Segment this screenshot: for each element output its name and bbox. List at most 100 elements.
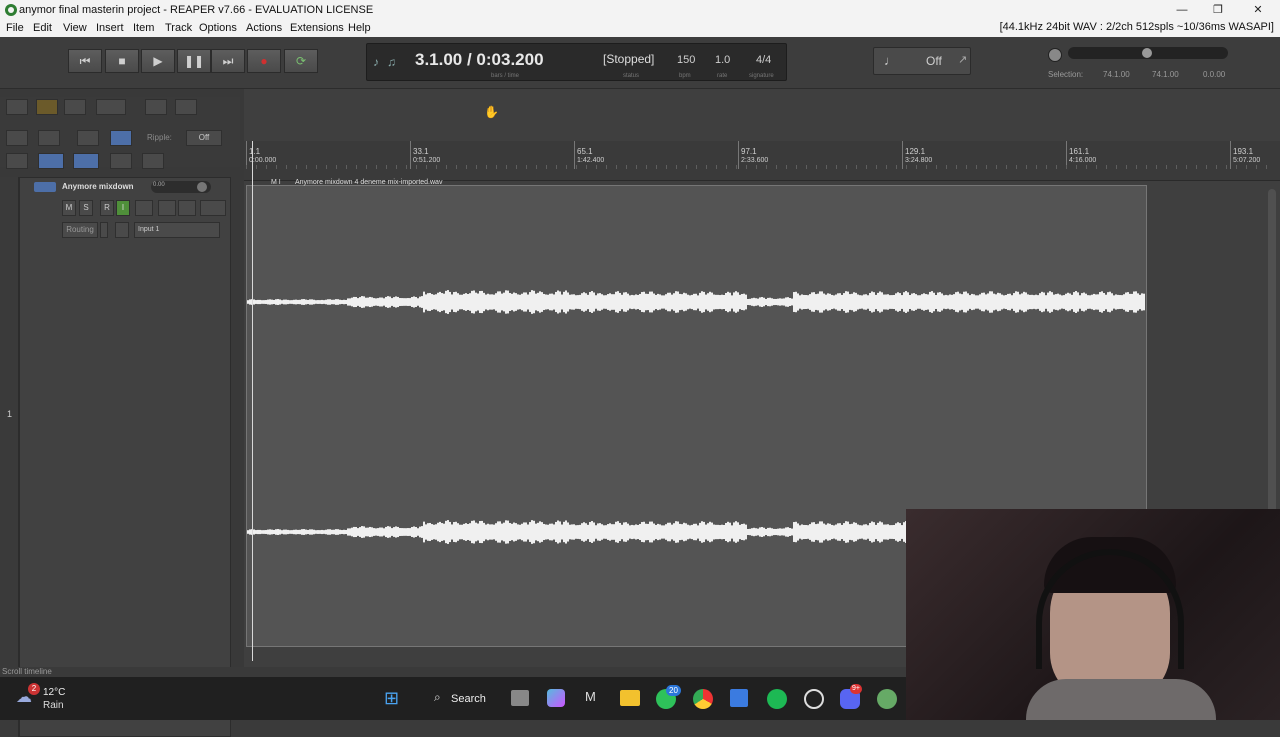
auto-crossfade-icon[interactable]	[110, 130, 132, 146]
grid-icon[interactable]	[38, 153, 64, 169]
undo-icon[interactable]	[145, 99, 167, 115]
waveform-sample	[255, 300, 257, 304]
waveform-sample	[819, 291, 821, 313]
menu-track[interactable]: Track	[165, 21, 192, 35]
rate-knob[interactable]	[1048, 48, 1062, 62]
file-explorer-icon[interactable]	[620, 690, 640, 706]
bpm-value[interactable]: 150	[677, 54, 695, 66]
timeline-ruler[interactable]: 1.1 0:00.000 33.1 0:51.200 65.1 1:42.400 97.1 2…	[244, 141, 1280, 181]
menu-help[interactable]: Help	[348, 21, 371, 35]
mute-button[interactable]: M	[62, 200, 76, 216]
menu-insert[interactable]: Insert	[96, 21, 124, 35]
menu-options[interactable]: Options	[199, 21, 237, 35]
selection-length[interactable]: 0.0.00	[1203, 70, 1225, 79]
reaper-taskbar-icon[interactable]	[877, 689, 897, 709]
waveform-sample	[905, 291, 907, 313]
stop-button[interactable]: ■	[105, 49, 139, 73]
close-button[interactable]: ✕	[1240, 0, 1276, 20]
app-m-icon[interactable]: M	[585, 689, 596, 704]
time-signature-value[interactable]: 4/4	[756, 54, 771, 66]
record-mode-icon[interactable]	[178, 200, 196, 216]
selection-start[interactable]: 74.1.00	[1103, 70, 1130, 79]
ruler-minor-tick	[916, 165, 917, 169]
rate-slider[interactable]	[1068, 47, 1228, 59]
metronome-icon[interactable]: ♪	[373, 55, 379, 69]
copilot-icon[interactable]	[547, 689, 565, 707]
menu-item[interactable]: Item	[133, 21, 154, 35]
redo-icon[interactable]	[175, 99, 197, 115]
solo-button[interactable]: S	[79, 200, 93, 216]
crossfade-icon[interactable]	[77, 130, 99, 146]
menu-view[interactable]: View	[63, 21, 87, 35]
taskbar-search[interactable]: ⌕ Search	[430, 687, 490, 711]
go-to-start-button[interactable]: ⏮	[68, 49, 102, 73]
chrome-icon[interactable]	[693, 689, 713, 709]
metronome-control[interactable]: ♩ Off ↗	[873, 47, 971, 75]
menu-extensions[interactable]: Extensions	[290, 21, 344, 35]
repeat-button[interactable]: ⟳	[284, 49, 318, 73]
rate-value[interactable]: 1.0	[715, 54, 730, 66]
fx-button[interactable]	[200, 200, 226, 216]
track-name[interactable]: Anymore mixdown	[62, 182, 134, 191]
fx-chain-icon[interactable]	[135, 200, 153, 216]
envelope-tool-icon[interactable]	[6, 153, 28, 169]
audio-device-status[interactable]: [44.1kHz 24bit WAV : 2/2ch 512spls ~10/3…	[1000, 21, 1274, 33]
weather-temp[interactable]: 12°C	[43, 687, 65, 698]
volume-thumb[interactable]	[197, 182, 207, 192]
play-button[interactable]: ▶	[141, 49, 175, 73]
menu-file[interactable]: File	[6, 21, 24, 35]
ripple-dropdown[interactable]: Off	[186, 130, 222, 146]
maximize-button[interactable]: ❐	[1200, 0, 1236, 20]
ruler-tick	[902, 141, 903, 169]
settings-gear-icon[interactable]	[96, 99, 126, 115]
click-icon[interactable]: ♫	[387, 55, 396, 69]
phase-toggle[interactable]	[100, 222, 108, 238]
input-type-icon[interactable]	[115, 222, 129, 238]
start-button[interactable]: ⊞	[384, 688, 399, 709]
input-select[interactable]: Input 1	[134, 222, 220, 238]
waveform-sample	[263, 530, 265, 534]
waveform-sample	[443, 523, 445, 541]
rate-slider-thumb[interactable]	[1142, 48, 1152, 58]
go-to-end-button[interactable]: ⏭	[211, 49, 245, 73]
discord-icon[interactable]: 9+	[840, 684, 862, 709]
save-icon[interactable]	[64, 99, 86, 115]
lock-icon[interactable]	[110, 153, 132, 169]
routing-button[interactable]: Routing	[62, 222, 98, 238]
input-monitor-button[interactable]: I	[116, 200, 130, 216]
track-icon[interactable]	[34, 182, 56, 192]
volume-slider[interactable]: 0.00	[151, 181, 211, 193]
weather-desc[interactable]: Rain	[43, 700, 64, 711]
time-display[interactable]: ♪ ♫ 3.1.00 / 0:03.200 bars / time [Stopp…	[366, 43, 787, 81]
whatsapp-icon[interactable]: 20	[656, 685, 681, 709]
menu-actions[interactable]: Actions	[246, 21, 282, 35]
store-icon[interactable]	[730, 689, 748, 707]
record-button[interactable]: ●	[247, 49, 281, 73]
obs-icon[interactable]	[804, 689, 824, 709]
task-view-icon[interactable]	[511, 690, 529, 706]
waveform-sample	[847, 291, 849, 313]
edit-tool-icon[interactable]	[6, 130, 28, 146]
phase-icon[interactable]	[158, 200, 176, 216]
marquee-tool-icon[interactable]	[38, 130, 60, 146]
waveform-sample	[743, 293, 745, 311]
track-number-strip[interactable]: 1	[0, 177, 19, 737]
pause-button[interactable]: ❚❚	[177, 49, 211, 73]
waveform-sample	[585, 523, 587, 541]
selection-end[interactable]: 74.1.00	[1152, 70, 1179, 79]
waveform-sample	[449, 291, 451, 313]
new-project-icon[interactable]	[6, 99, 28, 115]
menu-edit[interactable]: Edit	[33, 21, 52, 35]
play-cursor[interactable]	[252, 141, 253, 661]
minimize-button[interactable]: —	[1164, 0, 1200, 20]
pencil-icon[interactable]	[142, 153, 164, 169]
ruler-minor-tick	[586, 165, 587, 169]
weather-widget[interactable]: ☁ 2	[16, 683, 40, 709]
track-header[interactable]: Anymore mixdown 0.00 M S R I Routing Inp…	[19, 177, 231, 737]
waveform-sample	[579, 524, 581, 540]
open-folder-icon[interactable]	[36, 99, 58, 115]
record-arm-button[interactable]: R	[100, 200, 114, 216]
waveform-sample	[843, 293, 845, 311]
snap-icon[interactable]	[73, 153, 99, 169]
spotify-icon[interactable]	[767, 689, 787, 709]
